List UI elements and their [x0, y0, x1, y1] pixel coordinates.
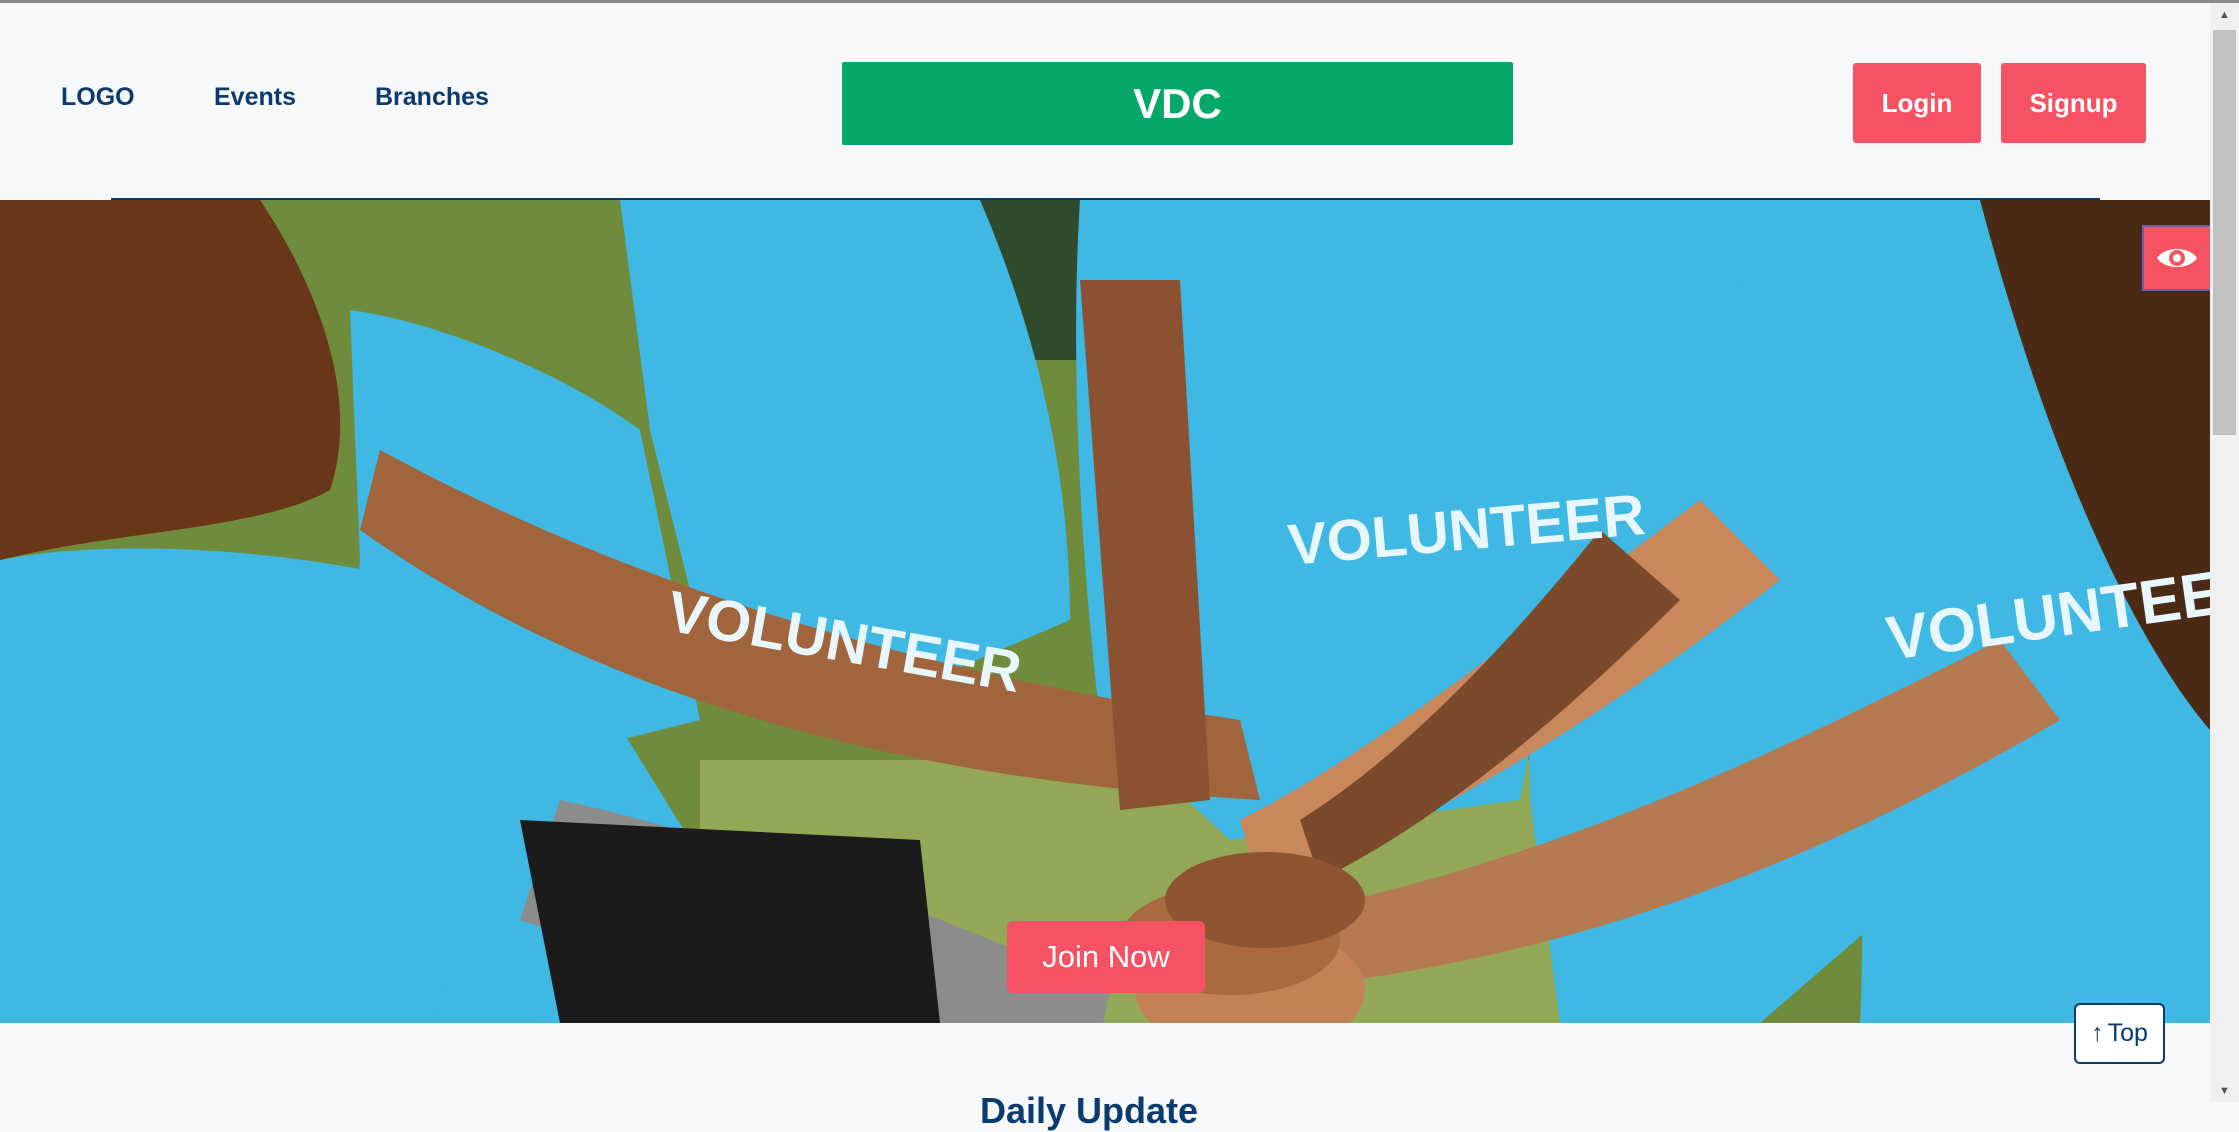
accessibility-toggle-button[interactable] [2142, 225, 2210, 291]
back-to-top-button[interactable]: ↑ Top [2074, 1003, 2165, 1064]
nav-events[interactable]: Events [214, 85, 296, 110]
scroll-down-arrow-icon[interactable]: ▼ [2214, 1082, 2235, 1100]
scroll-up-arrow-icon[interactable]: ▲ [2214, 6, 2235, 24]
volunteer-hands-image: VOLUNTEER VOLUNTEER VOLUNTEER [0, 200, 2210, 1023]
site-header: LOGO Events Branches VDC Login Signup [0, 3, 2210, 201]
nav-branches[interactable]: Branches [375, 85, 489, 110]
eye-icon [2157, 249, 2197, 267]
scrollbar-thumb[interactable] [2213, 30, 2236, 435]
brand-banner: VDC [842, 62, 1513, 145]
logo-link[interactable]: LOGO [61, 85, 135, 110]
join-now-button[interactable]: Join Now [1007, 921, 1205, 993]
login-button[interactable]: Login [1853, 63, 1981, 143]
arrow-up-icon: ↑ [2091, 1019, 2104, 1047]
hero-banner: VOLUNTEER VOLUNTEER VOLUNTEER [0, 200, 2210, 1023]
back-to-top-label: Top [2107, 1019, 2148, 1047]
next-section-heading: Daily Update [980, 1090, 1199, 1131]
signup-button[interactable]: Signup [2001, 63, 2146, 143]
